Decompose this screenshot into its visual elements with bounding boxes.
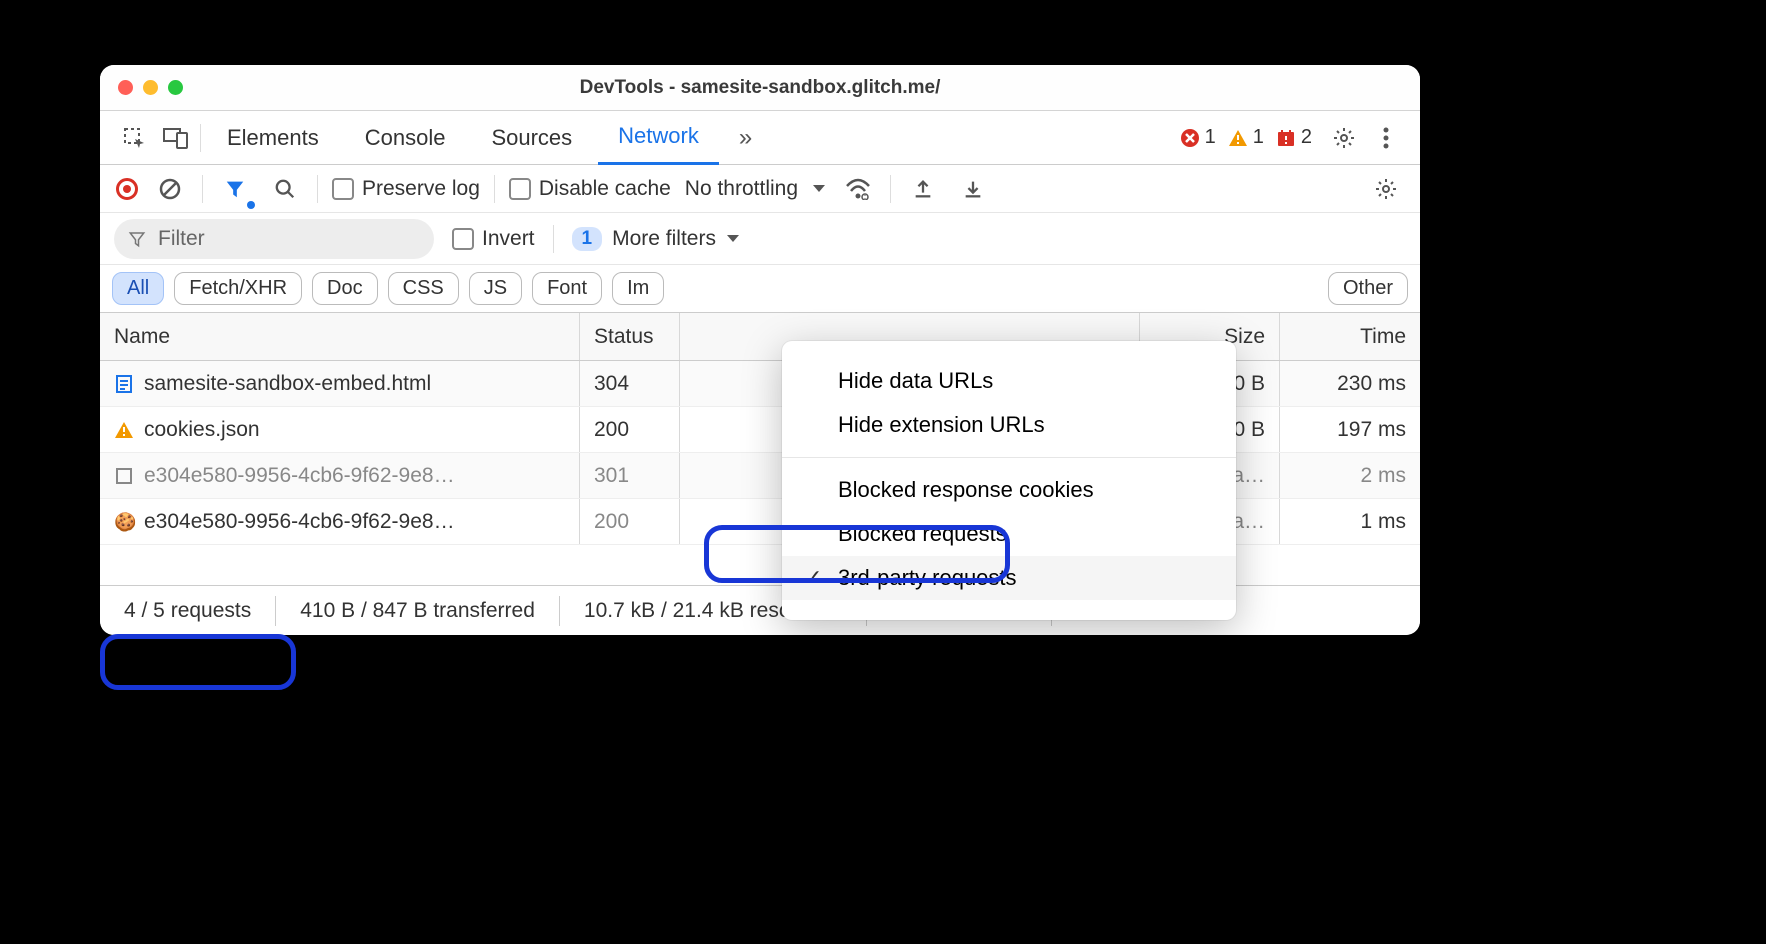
separator [200, 124, 201, 152]
kebab-menu-icon[interactable] [1368, 120, 1404, 156]
window-controls [118, 80, 183, 95]
filter-hide-data-urls[interactable]: Hide data URLs [782, 359, 1236, 403]
status-transferred: 410 B / 847 B transferred [276, 596, 560, 626]
tab-console[interactable]: Console [345, 111, 466, 165]
upload-har-icon[interactable] [905, 171, 941, 207]
filter-3rd-party-requests[interactable]: 3rd-party requests [782, 556, 1236, 600]
close-window-button[interactable] [118, 80, 133, 95]
filter-blocked-response-cookies[interactable]: Blocked response cookies [782, 468, 1236, 512]
separator [782, 457, 1236, 458]
document-icon [114, 374, 134, 394]
tab-elements[interactable]: Elements [207, 111, 339, 165]
window-title: DevTools - samesite-sandbox.glitch.me/ [100, 77, 1420, 99]
filter-bar: Filter Invert 1 More filters [100, 213, 1420, 265]
tab-network[interactable]: Network [598, 111, 719, 165]
record-button[interactable] [116, 178, 138, 200]
col-time[interactable]: Time [1280, 313, 1420, 360]
chip-other[interactable]: Other [1328, 272, 1408, 305]
chip-css[interactable]: CSS [388, 272, 459, 305]
chip-fetch-xhr[interactable]: Fetch/XHR [174, 272, 302, 305]
separator [317, 175, 318, 203]
chip-img[interactable]: Im [612, 272, 664, 305]
devtools-window: DevTools - samesite-sandbox.glitch.me/ E… [100, 65, 1420, 635]
error-badges: 1 1 2 [1180, 126, 1312, 149]
filter-blocked-requests[interactable]: Blocked requests [782, 512, 1236, 556]
filter-toggle-icon[interactable] [217, 171, 253, 207]
search-icon[interactable] [267, 171, 303, 207]
panel-tabs: Elements Console Sources Network » 1 1 2 [100, 111, 1420, 165]
cookie-icon: 🍪 [114, 512, 134, 532]
col-status[interactable]: Status [580, 313, 680, 360]
filter-placeholder: Filter [158, 227, 205, 251]
device-toolbar-icon[interactable] [158, 120, 194, 156]
warning-icon [114, 420, 134, 440]
separator [890, 175, 891, 203]
more-filters-dropdown[interactable]: 1 More filters [572, 227, 740, 251]
inspect-icon[interactable] [116, 120, 152, 156]
titlebar: DevTools - samesite-sandbox.glitch.me/ [100, 65, 1420, 111]
errors-badge[interactable]: 1 [1180, 126, 1216, 149]
preserve-log-checkbox[interactable]: Preserve log [332, 177, 480, 201]
network-conditions-icon[interactable] [840, 171, 876, 207]
download-har-icon[interactable] [955, 171, 991, 207]
chip-font[interactable]: Font [532, 272, 602, 305]
status-requests: 4 / 5 requests [100, 596, 276, 626]
separator [202, 175, 203, 203]
resource-type-chips: All Fetch/XHR Doc CSS JS Font Im Other [100, 265, 1420, 313]
filter-input[interactable]: Filter [114, 219, 434, 259]
chip-doc[interactable]: Doc [312, 272, 378, 305]
tab-sources[interactable]: Sources [471, 111, 592, 165]
issues-badge[interactable]: 2 [1276, 126, 1312, 149]
network-toolbar: Preserve log Disable cache No throttling [100, 165, 1420, 213]
annotation-highlight-requests [100, 634, 296, 690]
clear-button[interactable] [152, 171, 188, 207]
more-filters-popover: Hide data URLs Hide extension URLs Block… [782, 341, 1236, 620]
generic-file-icon [114, 466, 134, 486]
filter-count-badge: 1 [572, 227, 603, 251]
throttling-select[interactable]: No throttling [685, 177, 826, 201]
separator [553, 225, 554, 253]
minimize-window-button[interactable] [143, 80, 158, 95]
warnings-badge[interactable]: 1 [1228, 126, 1264, 149]
chip-js[interactable]: JS [469, 272, 522, 305]
filter-hide-extension-urls[interactable]: Hide extension URLs [782, 403, 1236, 447]
settings-icon[interactable] [1326, 120, 1362, 156]
maximize-window-button[interactable] [168, 80, 183, 95]
col-name[interactable]: Name [100, 313, 580, 360]
disable-cache-checkbox[interactable]: Disable cache [509, 177, 671, 201]
network-settings-icon[interactable] [1368, 171, 1404, 207]
more-tabs-button[interactable]: » [725, 124, 766, 152]
chip-all[interactable]: All [112, 272, 164, 305]
invert-checkbox[interactable]: Invert [452, 227, 535, 251]
separator [494, 175, 495, 203]
